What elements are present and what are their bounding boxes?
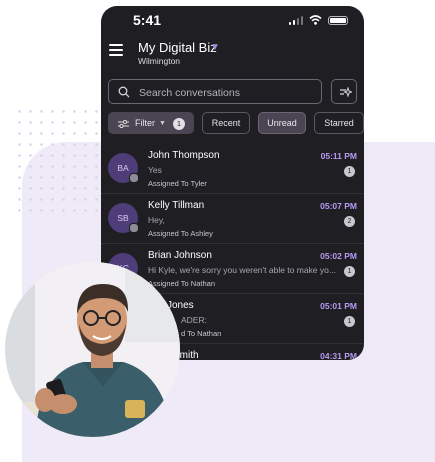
unread-count-badge: 1	[344, 316, 355, 327]
chevron-down-icon: ▼	[159, 120, 166, 127]
chip-unread[interactable]: Unread	[258, 112, 306, 134]
message-time: 05:11 PM	[320, 151, 357, 161]
message-time: 05:01 PM	[320, 301, 357, 311]
contact-name: John Thompson	[148, 150, 220, 161]
search-box[interactable]	[108, 79, 322, 105]
filter-count-badge: 1	[173, 118, 185, 130]
person-illustration	[5, 262, 180, 437]
contact-name: Brian Johnson	[148, 250, 212, 261]
unread-count-badge: 1	[344, 266, 355, 277]
message-preview: Hey,	[148, 215, 165, 225]
unread-count-badge: 2	[344, 216, 355, 227]
assigned-to: d To Nathan	[181, 329, 222, 338]
sliders-icon	[118, 119, 129, 129]
chip-recent[interactable]: Recent	[202, 112, 250, 134]
hamburger-menu-icon[interactable]	[109, 44, 123, 56]
conversation-row[interactable]: BA John Thompson Yes Assigned To Tyler 0…	[101, 144, 364, 194]
header: My Digital Biz ▼ Wilmington	[101, 38, 364, 74]
search-icon	[118, 86, 130, 98]
battery-icon	[328, 15, 348, 25]
status-icons	[288, 15, 348, 25]
search-input[interactable]	[137, 80, 316, 105]
dot-pattern	[14, 106, 102, 216]
contact-name: Kelly Tillman	[148, 200, 205, 211]
avatar: SB	[108, 203, 139, 233]
unread-count-badge: 1	[344, 166, 355, 177]
message-time: 05:02 PM	[320, 251, 357, 261]
avatar: BA	[108, 153, 139, 183]
message-time: 04:31 PM	[320, 351, 357, 360]
assigned-to: Assigned To Nathan	[148, 279, 215, 288]
message-preview: ADER:	[181, 315, 207, 325]
chevron-down-icon[interactable]: ▼	[210, 42, 220, 53]
contact-name: Jones	[167, 300, 194, 311]
wifi-icon	[309, 15, 322, 25]
message-preview: Hi Kyle, we're sorry you weren't able to…	[148, 265, 336, 275]
conversation-row[interactable]: SB Kelly Tillman Hey, Assigned To Ashley…	[101, 194, 364, 244]
assigned-to: Assigned To Ashley	[148, 229, 213, 238]
sparkle-icon	[340, 86, 352, 98]
chip-starred[interactable]: Starred	[314, 112, 364, 134]
message-preview: Yes	[148, 165, 162, 175]
signal-icon	[288, 15, 303, 25]
assigned-to: Assigned To Tyler	[148, 179, 207, 188]
channel-icon	[129, 223, 139, 233]
filter-button[interactable]: Filter ▼ 1	[108, 112, 194, 134]
status-bar: 5:41	[101, 6, 364, 36]
filter-label: Filter	[135, 118, 155, 128]
business-location: Wilmington	[138, 56, 181, 66]
status-time: 5:41	[133, 12, 162, 28]
channel-icon	[129, 173, 139, 183]
filter-bar: Filter ▼ 1 Recent Unread Starred	[108, 112, 364, 135]
business-name[interactable]: My Digital Biz	[138, 40, 217, 55]
person-photo	[5, 262, 180, 437]
ai-assist-button[interactable]	[331, 79, 357, 104]
message-time: 05:07 PM	[320, 201, 357, 211]
